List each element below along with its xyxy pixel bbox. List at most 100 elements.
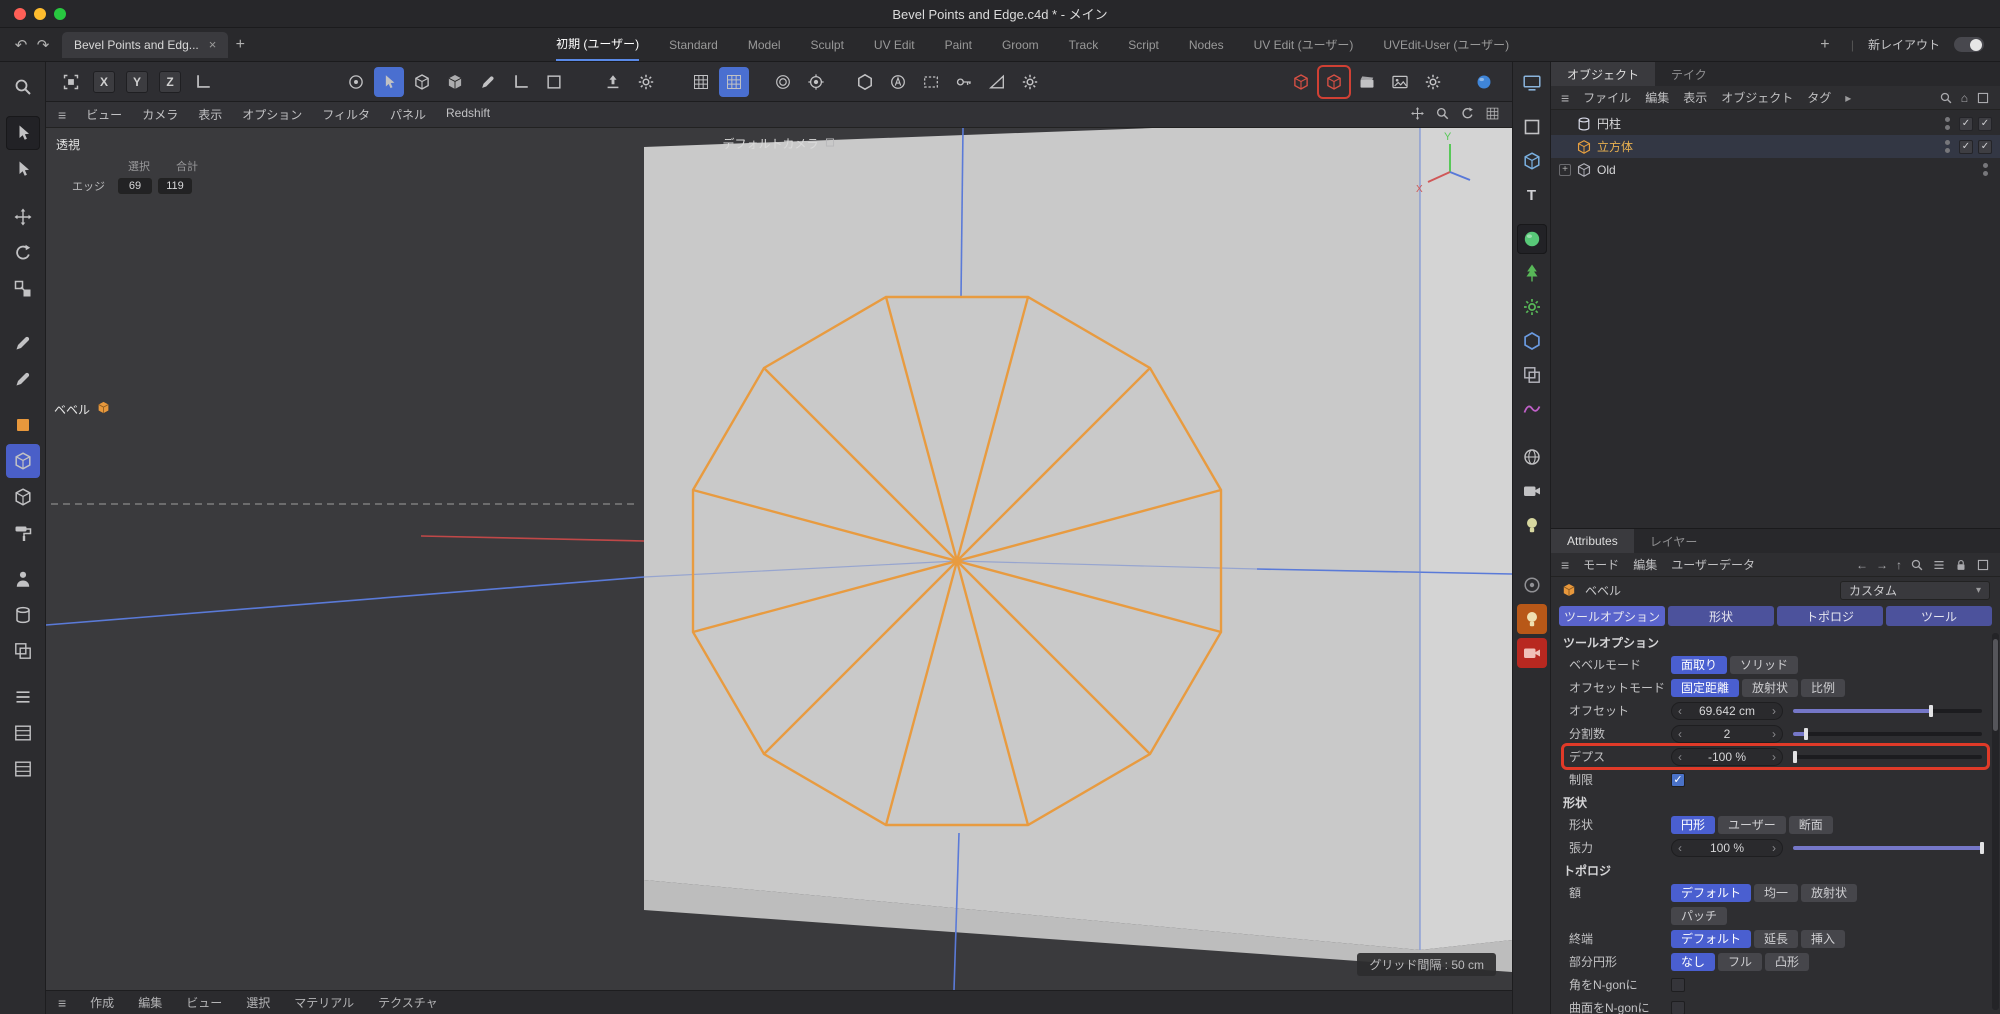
miter-option-0[interactable]: デフォルト [1671, 884, 1751, 902]
section-button-tool-options[interactable]: ツールオプション [1559, 606, 1665, 626]
object-row-cube[interactable]: 立方体✓✓ [1551, 135, 2000, 158]
filter-panel-icon[interactable] [1976, 91, 1990, 105]
tab-sculpt[interactable]: Sculpt [811, 28, 844, 61]
tab-uvedit-user-user[interactable]: UVEdit-User (ユーザー) [1383, 28, 1509, 61]
render-in-editor-button[interactable] [1352, 67, 1382, 97]
viewport-menu-icon[interactable]: ≡ [58, 107, 66, 123]
viewport[interactable]: Y X 透視 デフォルトカメラ 選択 合計 エッジ [46, 128, 1512, 990]
forward-icon[interactable]: → [1876, 558, 1888, 572]
phong-tag-icon[interactable]: ✓ [1959, 117, 1973, 131]
offset-mode-option-2[interactable]: 比例 [1801, 679, 1845, 697]
tab-script[interactable]: Script [1128, 28, 1159, 61]
close-window-button[interactable] [14, 8, 26, 20]
modeling-settings-button[interactable] [631, 67, 661, 97]
tab-track[interactable]: Track [1069, 28, 1099, 61]
render-settings-button[interactable] [1418, 67, 1448, 97]
model-mode-button[interactable] [407, 67, 437, 97]
camera-menu-icon[interactable] [825, 137, 836, 151]
bevel-mode-option-1[interactable]: ソリッド [1730, 656, 1798, 674]
shape-option-1[interactable]: ユーザー [1718, 816, 1786, 834]
fields-button[interactable] [1517, 394, 1547, 424]
ending-option-2[interactable]: 挿入 [1801, 930, 1845, 948]
ending-option-1[interactable]: 延長 [1754, 930, 1798, 948]
new-document-tab-button[interactable]: + [228, 33, 252, 57]
new-panel-icon[interactable] [1976, 558, 1990, 572]
slider-track[interactable] [1793, 732, 1982, 736]
param-input-offset[interactable]: ‹69.642 cm› [1671, 702, 1783, 720]
tab-startup-user[interactable]: 初期 (ユーザー) [556, 28, 639, 61]
frame-selected-button[interactable] [56, 67, 86, 97]
polygon-pen-button[interactable] [473, 67, 503, 97]
section-button-shaping[interactable]: 形状 [1668, 606, 1774, 626]
scatter-objects-button[interactable] [1517, 258, 1547, 288]
new-layout-button[interactable]: 新レイアウト [1868, 36, 1940, 53]
spline-primitives-button[interactable] [1517, 112, 1547, 142]
tab-paint[interactable]: Paint [945, 28, 972, 61]
object-manager-menu-icon[interactable]: ≡ [1561, 90, 1569, 106]
tab-groom[interactable]: Groom [1002, 28, 1039, 61]
render-picture-viewer-button[interactable] [1385, 67, 1415, 97]
miter-option-2[interactable]: 放射状 [1801, 884, 1857, 902]
layout-lock-toggle[interactable] [1954, 37, 1984, 52]
search-icon[interactable] [1910, 558, 1924, 572]
object-name[interactable]: 円柱 [1597, 115, 1621, 132]
slider-track[interactable] [1793, 709, 1982, 713]
param-slider-offset[interactable] [1793, 702, 1982, 720]
minimize-window-button[interactable] [34, 8, 46, 20]
camera-objects-button[interactable] [1517, 476, 1547, 506]
redshift-menu[interactable]: Redshift [446, 106, 490, 123]
visibility-dots[interactable] [1945, 140, 1950, 153]
section-button-topology[interactable]: トポロジ [1777, 606, 1883, 626]
bottom-menu-icon[interactable]: ≡ [58, 995, 66, 1011]
layer-edit-mode[interactable] [6, 634, 40, 668]
lock-icon[interactable] [1954, 558, 1968, 572]
partial-round-option-0[interactable]: なし [1671, 953, 1715, 971]
layout-panel-button[interactable] [1517, 68, 1547, 98]
viewport-3d-scene[interactable]: Y X [46, 128, 1512, 990]
miter-option-1[interactable]: 均一 [1754, 884, 1798, 902]
attr-user-data-menu[interactable]: ユーザーデータ [1671, 556, 1755, 573]
axis-modification-toggle[interactable] [598, 67, 628, 97]
render-view-button[interactable] [1286, 67, 1316, 97]
param-input-tension[interactable]: ‹100 %› [1671, 839, 1783, 857]
pan-view-control[interactable] [1410, 106, 1425, 124]
tab-model[interactable]: Model [748, 28, 781, 61]
text-object-button[interactable]: T [1517, 180, 1547, 210]
menu-overflow-arrow-icon[interactable]: ▸ [1845, 91, 1851, 105]
camera-label[interactable]: デフォルトカメラ [722, 135, 835, 152]
snap-settings-button[interactable] [801, 67, 831, 97]
z-axis-toggle[interactable]: Z [155, 67, 185, 97]
up-icon[interactable]: ↑ [1896, 558, 1902, 572]
radial-snap-button[interactable] [768, 67, 798, 97]
cube-primitives-button[interactable] [1517, 146, 1547, 176]
generators-button[interactable] [1517, 292, 1547, 322]
render-active-button[interactable] [1319, 67, 1349, 97]
annotation-tool-button[interactable] [883, 67, 913, 97]
y-axis-toggle[interactable]: Y [122, 67, 152, 97]
subdivision-value[interactable]: 2 [1682, 727, 1772, 741]
model-edit-mode[interactable] [6, 408, 40, 442]
tension-increment[interactable]: › [1772, 841, 1776, 855]
om-objects-menu[interactable]: オブジェクト [1721, 89, 1793, 106]
ending-option-0[interactable]: デフォルト [1671, 930, 1751, 948]
uv-tag-icon[interactable]: ✓ [1978, 140, 1992, 154]
tab-uv-edit[interactable]: UV Edit [874, 28, 915, 61]
slider-handle[interactable] [1980, 842, 1984, 854]
slider-track[interactable] [1793, 846, 1982, 850]
rectangle-region-button[interactable] [539, 67, 569, 97]
bottom-edit-menu[interactable]: 編集 [138, 994, 162, 1011]
tab-objects[interactable]: オブジェクト [1551, 62, 1655, 86]
grid-toggle[interactable] [686, 67, 716, 97]
param-slider-tension[interactable] [1793, 839, 1982, 857]
bottom-view-menu[interactable]: ビュー [186, 994, 222, 1011]
point-pen-tool[interactable] [6, 326, 40, 360]
partial-round-option-1[interactable]: フル [1718, 953, 1762, 971]
object-edit-mode[interactable] [6, 562, 40, 596]
snap-list-button[interactable] [6, 680, 40, 714]
panel-menu[interactable]: パネル [390, 106, 426, 123]
tab-uv-edit-user[interactable]: UV Edit (ユーザー) [1254, 28, 1354, 61]
slider-handle[interactable] [1929, 705, 1933, 717]
move-tool[interactable] [6, 200, 40, 234]
tab-standard[interactable]: Standard [669, 28, 718, 61]
subdivision-increment[interactable]: › [1772, 727, 1776, 741]
